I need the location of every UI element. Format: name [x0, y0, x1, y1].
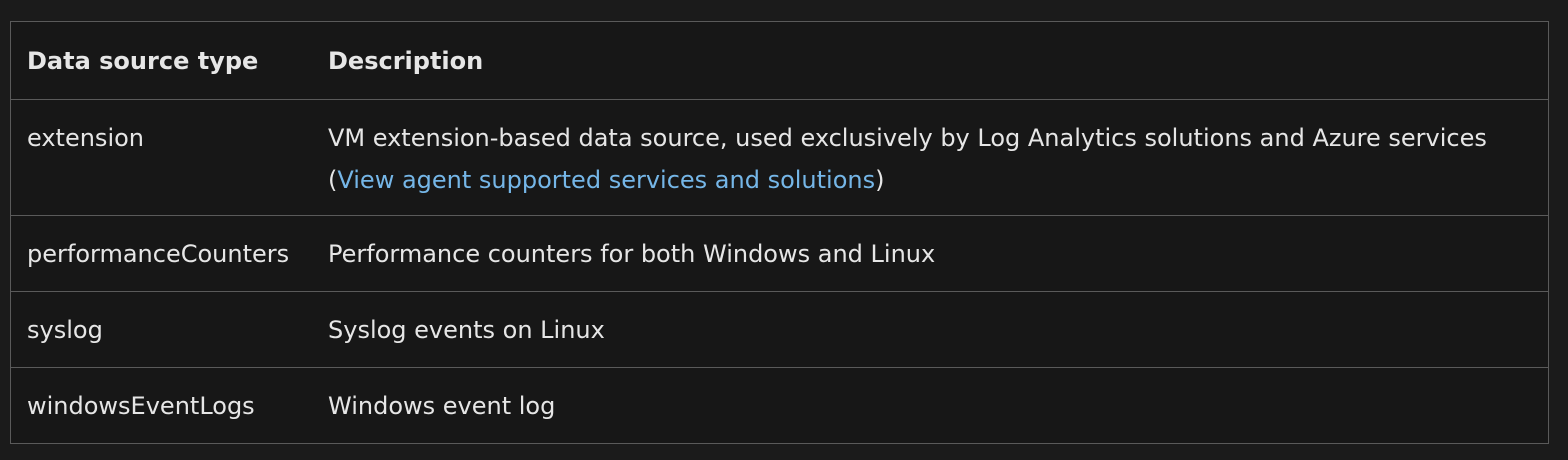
header-description: Description — [312, 22, 1548, 100]
agent-supported-services-link[interactable]: View agent supported services and soluti… — [337, 166, 875, 194]
cell-type: windowsEventLogs — [27, 391, 255, 420]
cell-description: VM extension-based data source, used exc… — [312, 99, 1548, 216]
table-header-row: Data source type Description — [11, 22, 1548, 100]
table-row: extension VM extension-based data source… — [11, 99, 1548, 216]
paren-close: ) — [875, 165, 885, 194]
table-row: windowsEventLogs Windows event log — [11, 367, 1548, 443]
cell-type: extension — [11, 99, 312, 216]
table-row: syslog Syslog events on Linux — [11, 291, 1548, 368]
cell-type: syslog — [11, 291, 312, 368]
data-source-table: Data source type Description extension V… — [11, 22, 1548, 443]
table-row: performanceCounters Performance counters… — [11, 215, 1548, 292]
cell-description: Windows event log — [328, 391, 556, 420]
cell-description: Performance counters for both Windows an… — [312, 215, 1548, 292]
table-body: extension VM extension-based data source… — [11, 99, 1548, 443]
data-source-table-container: Data source type Description extension V… — [10, 21, 1549, 444]
description-text: VM extension-based data source, used exc… — [328, 123, 1487, 152]
cell-type: performanceCounters — [11, 215, 312, 292]
paren-open: ( — [328, 165, 338, 194]
cell-description: Syslog events on Linux — [312, 291, 1548, 368]
header-data-source-type: Data source type — [11, 22, 312, 100]
table-header: Data source type Description — [11, 22, 1548, 100]
